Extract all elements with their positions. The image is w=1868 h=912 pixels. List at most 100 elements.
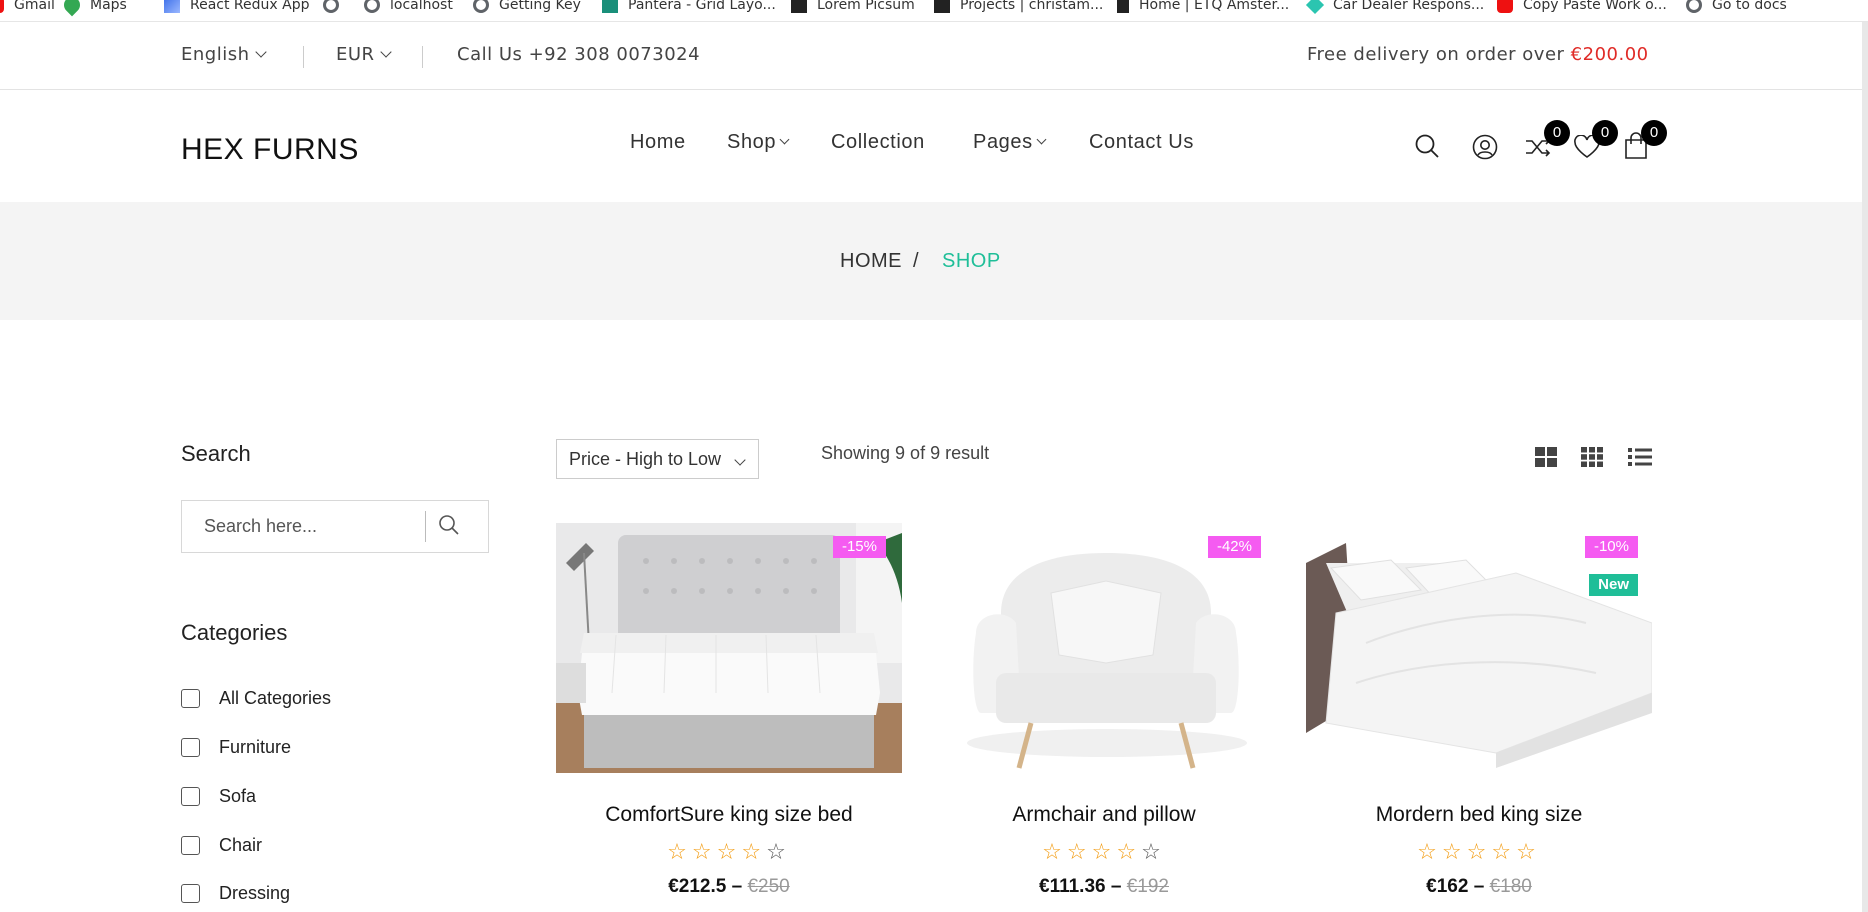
chevron-down-icon xyxy=(779,134,790,145)
product-name[interactable]: Armchair and pillow xyxy=(931,803,1277,827)
old-price: €192 xyxy=(1126,876,1169,897)
scrollbar[interactable] xyxy=(1862,22,1868,912)
star-icon: ☆ xyxy=(716,840,742,865)
site-header: HEX FURNS Home Shop Collection Pages Con… xyxy=(0,91,1868,202)
category-checkbox[interactable] xyxy=(181,883,200,903)
bookmark-maps[interactable]: Maps xyxy=(60,0,127,17)
current-price: €111.36 xyxy=(1039,876,1106,897)
language-select[interactable]: English xyxy=(181,44,267,65)
phone-number: Call Us +92 308 0073024 xyxy=(457,44,701,65)
globe-icon xyxy=(364,0,380,13)
bookmark-label: Car Dealer Respons... xyxy=(1333,0,1485,13)
nav-label: Pages xyxy=(973,131,1033,153)
bookmark-docs[interactable]: Go to docs xyxy=(1686,0,1787,16)
bookmark-label: Go to docs xyxy=(1712,0,1787,13)
search-icon[interactable] xyxy=(1414,133,1440,163)
category-sofa[interactable]: Sofa xyxy=(181,784,256,808)
star-icon: ☆ xyxy=(1042,840,1067,865)
category-label: Chair xyxy=(219,834,263,855)
search-title: Search xyxy=(181,441,251,466)
bookmark-car-dealer[interactable]: Car Dealer Respons... xyxy=(1305,0,1485,16)
product-name[interactable]: ComfortSure king size bed xyxy=(556,803,902,827)
nav-shop[interactable]: Shop xyxy=(727,131,790,154)
bookmark-gmail[interactable]: Gmail xyxy=(0,0,55,16)
product-rating: ☆☆☆☆☆ xyxy=(931,840,1277,865)
gmail-icon xyxy=(0,0,4,13)
top-bar: English EUR Call Us +92 308 0073024 Free… xyxy=(0,22,1868,90)
star-icon: ☆ xyxy=(1417,840,1442,865)
delivery-text: Free delivery on order over xyxy=(1307,44,1565,65)
user-icon[interactable] xyxy=(1472,134,1498,164)
search-input[interactable] xyxy=(182,501,427,552)
product-image-armchair[interactable] xyxy=(931,523,1277,773)
star-icon: ☆ xyxy=(667,840,692,865)
bookmark-label: Maps xyxy=(90,0,127,13)
breadcrumb-home[interactable]: HOME xyxy=(840,250,902,273)
projects-icon xyxy=(934,0,950,13)
product-rating: ☆☆☆☆☆ xyxy=(556,840,902,865)
category-checkbox[interactable] xyxy=(181,786,200,806)
search-icon[interactable] xyxy=(437,513,467,543)
divider xyxy=(422,46,423,68)
product-rating: ☆☆☆☆☆ xyxy=(1306,840,1652,865)
sort-selected-label: Price - High to Low xyxy=(569,449,722,469)
product-price: €162 – €180 xyxy=(1426,876,1532,897)
chevron-down-icon xyxy=(1036,134,1047,145)
bookmark-globe[interactable] xyxy=(323,0,339,16)
grid-view-2-icon[interactable] xyxy=(1535,447,1559,469)
bookmark-label: Gmail xyxy=(14,0,55,13)
car-dealer-icon xyxy=(1305,0,1325,15)
wishlist-count-badge: 0 xyxy=(1592,120,1618,146)
product-image-bed[interactable] xyxy=(556,523,902,773)
language-label: English xyxy=(181,44,250,65)
star-empty-icon: ☆ xyxy=(766,840,791,865)
nav-collection[interactable]: Collection xyxy=(831,131,925,154)
product-price: €212.5 – €250 xyxy=(668,876,790,897)
nav-pages[interactable]: Pages xyxy=(973,131,1047,154)
category-checkbox[interactable] xyxy=(181,688,200,708)
category-label: Dressing xyxy=(219,882,291,903)
notion-icon xyxy=(602,0,618,13)
star-icon: ☆ xyxy=(1091,840,1117,865)
bookmark-react-redux[interactable]: React Redux App xyxy=(164,0,310,16)
star-icon: ☆ xyxy=(1491,840,1517,865)
category-label: Sofa xyxy=(219,785,257,806)
bookmark-label: Projects | christam... xyxy=(960,0,1104,13)
nav-home[interactable]: Home xyxy=(630,131,686,154)
currency-select[interactable]: EUR xyxy=(336,44,392,65)
bookmark-etq[interactable]: Home | ETQ Amster... xyxy=(1117,0,1289,16)
category-dressing[interactable]: Dressing xyxy=(181,881,290,905)
category-checkbox[interactable] xyxy=(181,835,200,855)
category-checkbox[interactable] xyxy=(181,737,200,757)
sort-select[interactable]: Price - High to Low xyxy=(556,439,759,479)
category-all[interactable]: All Categories xyxy=(181,686,331,710)
star-icon: ☆ xyxy=(691,840,717,865)
category-furniture[interactable]: Furniture xyxy=(181,735,291,759)
star-icon: ☆ xyxy=(1066,840,1092,865)
bookmark-youtube[interactable]: Copy Paste Work o... xyxy=(1497,0,1667,16)
breadcrumb: HOME / SHOP xyxy=(0,202,1868,320)
compare-count-badge: 0 xyxy=(1544,120,1570,146)
product-name[interactable]: Mordern bed king size xyxy=(1306,803,1652,827)
etq-icon xyxy=(1117,0,1129,13)
nav-contact-us[interactable]: Contact Us xyxy=(1089,131,1194,154)
bookmark-projects[interactable]: Projects | christam... xyxy=(934,0,1103,16)
list-view-icon[interactable] xyxy=(1628,447,1652,469)
bookmark-getting-key[interactable]: Getting Key xyxy=(473,0,581,16)
star-icon: ☆ xyxy=(1441,840,1467,865)
divider xyxy=(303,46,304,68)
grid-view-3-icon[interactable] xyxy=(1581,447,1605,469)
bookmark-label: Lorem Picsum xyxy=(817,0,915,13)
maps-icon xyxy=(60,0,84,17)
star-icon: ☆ xyxy=(1516,840,1541,865)
chevron-down-icon xyxy=(734,454,746,466)
site-logo[interactable]: HEX FURNS xyxy=(181,133,359,167)
bookmark-lorem-picsum[interactable]: Lorem Picsum xyxy=(791,0,915,16)
bookmark-localhost[interactable]: localhost xyxy=(364,0,453,16)
bookmark-pantera[interactable]: Pantera - Grid Layo... xyxy=(602,0,776,16)
star-empty-icon: ☆ xyxy=(1141,840,1166,865)
search-box xyxy=(181,500,489,553)
category-chair[interactable]: Chair xyxy=(181,833,262,857)
old-price: €250 xyxy=(747,876,790,897)
product-image-modern-bed[interactable] xyxy=(1306,523,1652,773)
